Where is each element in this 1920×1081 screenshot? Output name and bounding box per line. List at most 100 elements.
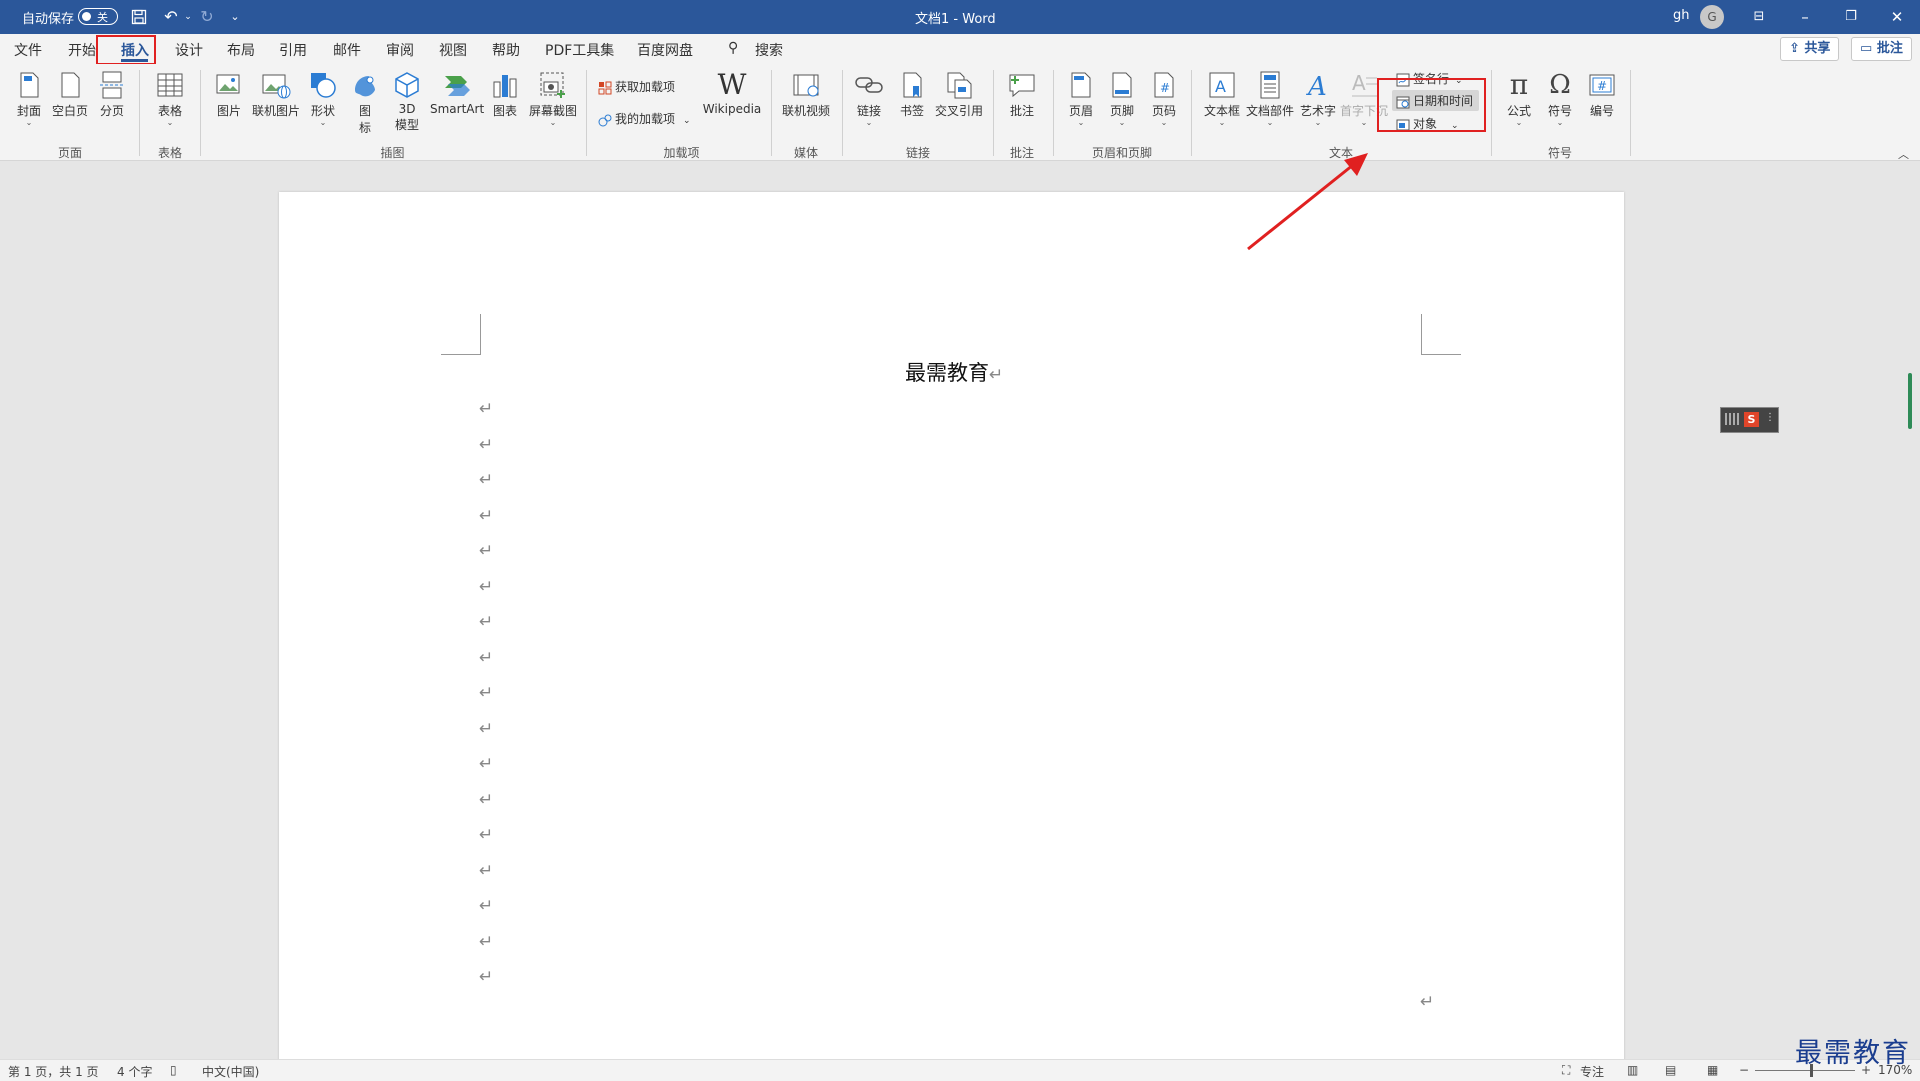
3d-model-label-line1: 3D <box>398 102 416 116</box>
page-break-button[interactable]: 分页 <box>96 70 128 119</box>
restore-icon[interactable]: ❐ <box>1828 0 1874 34</box>
omega-icon: Ω <box>1549 70 1571 100</box>
zoom-slider[interactable] <box>1755 1070 1855 1071</box>
ribbon-display-icon[interactable]: ⊟ <box>1736 0 1782 34</box>
tab-view[interactable]: 视图 <box>439 40 467 60</box>
chevron-down-icon: ⌄ <box>1556 118 1564 127</box>
3d-model-button[interactable]: 3D 模型 <box>391 70 423 133</box>
cross-reference-label: 交叉引用 <box>934 104 983 118</box>
table-label: 表格 <box>157 104 182 118</box>
textbox-button[interactable]: A 文本框 ⌄ <box>1202 70 1242 127</box>
autosave-toggle[interactable]: 关 <box>78 8 118 25</box>
language[interactable]: 中文(中国) <box>202 1063 259 1080</box>
search-icon[interactable]: ⚲ <box>728 40 738 56</box>
page-break-label: 分页 <box>99 104 124 118</box>
svg-text:#: # <box>1160 81 1170 95</box>
word-count[interactable]: 4 个字 <box>117 1063 152 1080</box>
minimize-icon[interactable]: – <box>1782 0 1828 34</box>
user-name[interactable]: gh <box>1673 8 1690 23</box>
chevron-down-icon: ⌄ <box>1118 118 1126 127</box>
header-button[interactable]: 页眉 ⌄ <box>1066 70 1096 127</box>
screenshot-button[interactable]: 屏幕截图 ⌄ <box>528 70 578 127</box>
tab-home[interactable]: 开始 <box>68 40 96 60</box>
tab-baidu-netdisk[interactable]: 百度网盘 <box>637 40 693 60</box>
search-box[interactable]: 搜索 <box>755 40 783 60</box>
group-separator <box>1053 70 1054 156</box>
save-icon[interactable] <box>128 6 150 28</box>
proofing-icon[interactable]: ▯ <box>170 1063 177 1077</box>
picture-button[interactable]: 图片 <box>212 70 246 119</box>
chevron-down-icon: ⌄ <box>1077 118 1085 127</box>
online-picture-button[interactable]: 联机图片 <box>250 70 302 119</box>
paragraph-mark: ↵ <box>479 683 494 703</box>
sogou-icon[interactable]: S <box>1744 412 1759 427</box>
link-button[interactable]: 链接 ⌄ <box>852 70 886 127</box>
focus-icon[interactable]: ⛶ <box>1562 1063 1570 1078</box>
tab-design[interactable]: 设计 <box>175 40 203 60</box>
web-layout-icon[interactable]: ▦ <box>1707 1063 1718 1077</box>
focus-mode-button[interactable]: 专注 <box>1580 1063 1604 1080</box>
my-addins-button[interactable]: 我的加载项 ⌄ <box>598 110 691 127</box>
my-addins-label: 我的加载项 <box>615 112 676 126</box>
tab-references[interactable]: 引用 <box>279 40 307 60</box>
table-button[interactable]: 表格 ⌄ <box>152 70 188 127</box>
chevron-down-icon: ⌄ <box>1266 118 1274 127</box>
tab-review[interactable]: 审阅 <box>386 40 414 60</box>
footer-button[interactable]: 页脚 ⌄ <box>1107 70 1137 127</box>
link-icon <box>854 70 884 100</box>
read-mode-icon[interactable]: ▥ <box>1627 1063 1638 1077</box>
blank-page-button[interactable]: 空白页 <box>51 70 89 119</box>
equation-button[interactable]: π 公式 ⌄ <box>1503 70 1535 127</box>
online-video-button[interactable]: 联机视频 <box>780 70 832 119</box>
tab-help[interactable]: 帮助 <box>492 40 520 60</box>
link-label: 链接 <box>856 104 881 118</box>
collapse-ribbon-icon[interactable]: ︿ <box>1898 146 1909 162</box>
page-count[interactable]: 第 1 页，共 1 页 <box>8 1063 99 1080</box>
tab-pdf-tools[interactable]: PDF工具集 <box>545 40 614 60</box>
svg-text:A: A <box>1306 72 1327 100</box>
shapes-button[interactable]: 形状 ⌄ <box>307 70 339 127</box>
comments-button[interactable]: ▭ 批注 <box>1851 37 1912 61</box>
redo-icon[interactable]: ↻ <box>196 6 218 28</box>
chevron-down-icon: ⌄ <box>1314 118 1322 127</box>
wordart-label: 艺术字 <box>1299 104 1336 118</box>
keyboard-icon[interactable] <box>1725 413 1739 425</box>
quick-parts-button[interactable]: 文档部件 ⌄ <box>1245 70 1295 127</box>
new-comment-button[interactable]: 批注 <box>1005 70 1039 119</box>
paragraph-mark: ↵ <box>479 896 494 916</box>
number-button[interactable]: # 编号 <box>1586 70 1618 119</box>
share-button[interactable]: ⇪ 共享 <box>1780 37 1840 61</box>
chart-button[interactable]: 图表 <box>490 70 520 119</box>
smartart-button[interactable]: SmartArt <box>430 70 484 116</box>
bookmark-button[interactable]: 书签 <box>896 70 928 119</box>
blank-page-icon <box>55 70 85 100</box>
icons-label-line2: 标 <box>358 121 371 135</box>
paragraph-mark: ↵ <box>479 860 494 881</box>
wikipedia-button[interactable]: W Wikipedia <box>700 68 764 117</box>
tab-file[interactable]: 文件 <box>14 40 42 60</box>
customize-toolbar-icon[interactable]: ⌄ <box>224 6 246 28</box>
new-comment-label: 批注 <box>1009 104 1034 118</box>
get-addins-button[interactable]: 获取加载项 <box>598 78 675 95</box>
icons-button[interactable]: 图 标 <box>350 70 380 136</box>
avatar[interactable]: G <box>1700 5 1724 29</box>
close-icon[interactable]: ✕ <box>1874 0 1920 34</box>
ime-toolbar[interactable]: S ⋮ <box>1720 407 1779 433</box>
cover-page-button[interactable]: 封面 ⌄ <box>12 70 46 127</box>
vertical-scrollbar-thumb[interactable] <box>1908 373 1912 429</box>
tab-layout[interactable]: 布局 <box>227 40 255 60</box>
wikipedia-icon: W <box>717 68 747 101</box>
zoom-out-icon[interactable]: − <box>1739 1063 1749 1077</box>
cross-reference-button[interactable]: 交叉引用 <box>933 70 985 119</box>
group-separator <box>1191 70 1192 156</box>
wordart-button[interactable]: A 艺术字 ⌄ <box>1299 70 1337 127</box>
print-layout-icon[interactable]: ▤ <box>1665 1063 1676 1077</box>
autosave-label: 自动保存 <box>22 12 75 27</box>
symbol-button[interactable]: Ω 符号 ⌄ <box>1544 70 1576 127</box>
tab-mailings[interactable]: 邮件 <box>333 40 361 60</box>
page-number-label: 页码 <box>1151 104 1176 118</box>
document-page[interactable]: 最需教育↵ ↵ ↵ ↵ ↵ ↵ ↵ ↵ ↵ ↵ ↵ ↵ ↵ ↵ ↵ ↵ ↵ ↵ ↵ <box>279 192 1624 1072</box>
ime-menu-icon[interactable]: ⋮ <box>1765 412 1775 423</box>
document-heading[interactable]: 最需教育↵ <box>905 357 1003 387</box>
page-number-button[interactable]: # 页码 ⌄ <box>1149 70 1179 127</box>
